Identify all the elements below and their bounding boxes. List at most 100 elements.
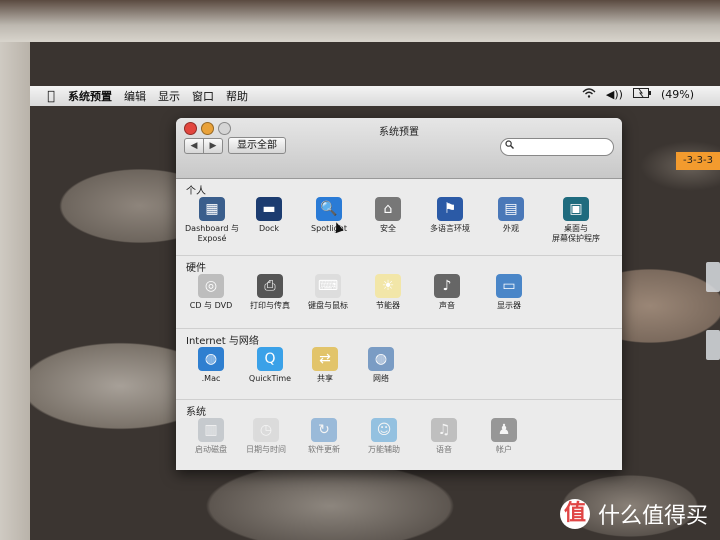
nav-buttons: ◀ ▶ [184,138,223,154]
battery-icon[interactable] [632,88,651,101]
desktop-icon: ▣ [563,197,589,221]
accounts-icon: ♟ [491,418,517,442]
desktop-file-icon[interactable] [706,262,720,292]
system-preferences-window: 系统预置 ◀ ▶ 显示全部 个人 ▦ Dashboard 与 Exposé ▬ Dock… [176,118,622,470]
watermark: 值 什么值得买 [559,498,708,530]
menu-edit[interactable]: 编辑 [124,88,146,104]
volume-icon[interactable]: ◀)) [606,88,623,101]
pref-pane[interactable]: ▬ Dock [239,197,299,234]
menu-window[interactable]: 窗口 [192,88,214,104]
pref-pane-label: 外观 [503,224,519,233]
forward-button[interactable]: ▶ [204,138,223,154]
pref-pane[interactable]: ◍ 网络 [351,347,411,384]
universal-access-icon: ☺ [371,418,397,442]
pref-pane-label: 软件更新 [308,445,340,454]
section-title: Internet 与网络 [186,336,259,347]
pref-pane-label: 打印与传真 [250,301,290,310]
window-toolbar: 系统预置 ◀ ▶ 显示全部 [176,118,622,179]
mac-globe-icon: ◍ [198,347,224,371]
pref-pane-label: QuickTime [248,374,292,383]
sharing-icon: ⇄ [312,347,338,371]
desktop-file-icon[interactable] [706,330,720,360]
speaker-icon: ♪ [434,274,460,298]
search-icon [505,140,514,152]
cd-icon: ◎ [198,274,224,298]
watermark-text: 什么值得买 [597,504,708,529]
pref-pane-label: 语音 [436,445,452,454]
pref-pane[interactable]: ♟ 帐户 [474,418,534,455]
pref-pane[interactable]: ▭ 显示器 [479,274,539,311]
flag-icon: ⚑ [437,197,463,221]
menubar-extras: ◀)) (49%) [582,88,694,101]
menu-help[interactable]: 帮助 [226,88,248,104]
search-input[interactable] [500,138,614,156]
pref-pane[interactable]: ▥ 启动磁盘 [181,418,241,455]
section-2: Internet 与网络 ◍ .Mac Q QuickTime ⇄ 共享 ◍ 网络 [176,329,622,400]
pref-pane-label: 多语言环境 [430,224,470,233]
window-title: 系统预置 [379,127,419,138]
printer-icon: ⎙ [257,274,283,298]
date-time-icon: ◷ [253,418,279,442]
pref-pane-label: 安全 [380,224,396,233]
pref-pane[interactable]: ⎙ 打印与传真 [240,274,300,311]
pref-pane[interactable]: ♫ 语音 [414,418,474,455]
pref-pane-label: Dashboard 与 Exposé [185,224,239,243]
pref-pane[interactable]: ▦ Dashboard 与 Exposé [182,197,242,244]
pref-pane-label: 万能辅助 [368,445,400,454]
pref-pane-label: 节能器 [376,301,400,310]
pref-pane-label: 共享 [317,374,333,383]
pref-pane[interactable]: ☺ 万能辅助 [354,418,414,455]
section-title: 硬件 [186,263,206,274]
pref-pane[interactable]: ▣ 桌面与 屏幕保护程序 [546,197,606,244]
photo-background-top [0,0,720,42]
pref-pane[interactable]: ↻ 软件更新 [294,418,354,455]
section-1: 硬件 ◎ CD 与 DVD ⎙ 打印与传真 ⌨ 键盘与鼠标 ☀ 节能器 ♪ 声音 ▭ 显示器 [176,256,622,329]
display-icon: ▭ [496,274,522,298]
quicktime-icon: Q [257,347,283,371]
show-all-button[interactable]: 显示全部 [228,137,286,154]
pref-pane[interactable]: ☀ 节能器 [358,274,418,311]
pref-pane[interactable]: ⇄ 共享 [295,347,355,384]
menu-system-preferences[interactable]: 系统预置 [68,88,112,104]
pref-pane-label: CD 与 DVD [189,301,233,310]
pref-pane[interactable]: Q QuickTime [240,347,300,384]
pref-pane[interactable]: ♪ 声音 [417,274,477,311]
pref-pane[interactable]: ⌨ 键盘与鼠标 [298,274,358,311]
security-house-icon: ⌂ [375,197,401,221]
microphone-icon: ♫ [431,418,457,442]
menu-view[interactable]: 显示 [158,88,180,104]
pref-pane-label: 键盘与鼠标 [308,301,348,310]
network-globe-icon: ◍ [368,347,394,371]
laptop-bezel-left [0,42,30,540]
pref-pane-label: .Mac [201,374,221,383]
software-update-icon: ↻ [311,418,337,442]
pref-pane[interactable]: ⌂ 安全 [358,197,418,234]
section-title: 系统 [186,407,206,418]
keyboard-mouse-icon: ⌨ [315,274,341,298]
dashboard-icon: ▦ [199,197,225,221]
pref-pane-label: 桌面与 屏幕保护程序 [552,224,600,243]
battery-percent[interactable]: (49%) [661,88,694,101]
pref-pane[interactable]: ◍ .Mac [181,347,241,384]
pref-pane[interactable]: 🔍 Spotlight [299,197,359,234]
section-3: 系统 ▥ 启动磁盘 ◷ 日期与时间 ↻ 软件更新 ☺ 万能辅助 ♫ 语音 ♟ 帐户 [176,400,622,470]
menubar:  系统预置 编辑 显示 窗口 帮助 ◀)) (49%) [30,86,720,106]
wifi-icon[interactable] [582,88,596,101]
dock-icon: ▬ [256,197,282,221]
pref-pane[interactable]: ▤ 外观 [481,197,541,234]
pref-pane-label: 声音 [439,301,455,310]
lightbulb-icon: ☀ [375,274,401,298]
section-title: 个人 [186,186,206,197]
pref-pane-label: 日期与时间 [246,445,286,454]
orange-sticker: -3-3-3 [676,152,720,170]
watermark-logo: 值 [559,499,590,529]
back-button[interactable]: ◀ [184,138,204,154]
pref-pane-label: Dock [258,224,280,233]
pref-pane-label: 显示器 [497,301,521,310]
pref-pane[interactable]: ◎ CD 与 DVD [181,274,241,311]
spotlight-icon: 🔍 [316,197,342,221]
pref-pane[interactable]: ⚑ 多语言环境 [420,197,480,234]
apple-icon[interactable]:  [40,89,62,104]
pref-pane-label: Spotlight [311,224,347,233]
pref-pane[interactable]: ◷ 日期与时间 [236,418,296,455]
